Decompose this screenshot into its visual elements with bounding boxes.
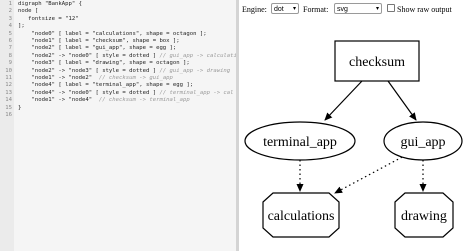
code-editor[interactable]: 1 2 3 4 5 6 7 8 9 10 11 12 13 14 15 16 digraph "BankApp…	[0, 0, 236, 251]
code-line: "node2" -> "node0" [ style = dotted ] //…	[18, 53, 236, 60]
node-checksum-label: checksum	[349, 55, 405, 70]
code-line: "node2" -> "node3" [ style = dotted ] //…	[18, 68, 230, 75]
code-text: }	[18, 104, 22, 111]
code-comment: // gui_app -> drawing	[156, 67, 231, 74]
line-number: 7	[8, 45, 12, 52]
edge-gui-app-calculations	[334, 154, 407, 194]
line-number: 10	[5, 67, 12, 74]
code-text: "node1" [ label = "checksum", shape = bo…	[18, 38, 180, 44]
node-terminal-app-label: terminal_app	[263, 135, 337, 150]
code-comment: // gui_app -> calculations	[159, 52, 236, 59]
line-number: 2	[8, 8, 12, 15]
node-calculations: calculations	[262, 192, 340, 238]
code-text: "node1" -> "node4"	[18, 97, 93, 104]
code-line: "node4" [ label = "terminal_app", shape …	[18, 82, 193, 89]
node-gui-app-label: gui_app	[400, 135, 445, 150]
line-number: 16	[5, 112, 12, 118]
line-number: 13	[5, 89, 12, 96]
node-calculations-label: calculations	[268, 209, 335, 224]
line-number: 11	[5, 75, 12, 81]
line-number: 12	[5, 82, 12, 89]
code-text: "node0" [ label = "calculations", shape …	[18, 30, 207, 37]
line-number: 9	[8, 60, 12, 67]
code-comment: // checksum -> gui_app	[92, 75, 173, 81]
code-line: ];	[18, 23, 25, 30]
code-line: "node3" [ label = "drawing", shape = oct…	[18, 60, 190, 67]
code-text: "node4" [ label = "terminal_app", shape …	[18, 82, 194, 89]
line-number: 14	[5, 97, 12, 104]
code-line: "node4" -> "node0" [ style = dotted ] //…	[18, 89, 234, 97]
code-text: "node2" -> "node0" [ style = dotted ]	[18, 52, 157, 59]
line-number: 6	[8, 38, 12, 44]
node-drawing-label: drawing	[401, 209, 447, 224]
code-line: "node1" -> "node4" // checksum -> termin…	[18, 97, 190, 104]
code-text: "node4" -> "node0" [ style = dotted ]	[18, 89, 157, 96]
node-drawing: drawing	[394, 192, 454, 238]
line-number: 15	[5, 104, 12, 111]
code-text: "node2" -> "node3" [ style = dotted ]	[18, 67, 157, 74]
code-line: "node1" [ label = "checksum", shape = bo…	[18, 38, 180, 45]
code-text: fontsize = "12"	[18, 15, 79, 22]
edge-checksum-gui-app	[387, 80, 417, 121]
line-number: 8	[8, 52, 12, 59]
code-line: fontsize = "12"	[18, 16, 79, 23]
node-gui-app: gui_app	[383, 121, 463, 161]
code-line: "node0" [ label = "calculations", shape …	[18, 30, 207, 38]
code-text: "node2" [ label = "gui_app", shape = egg…	[18, 45, 177, 52]
code-comment: // terminal_app -> cal	[156, 89, 234, 96]
code-line: node [	[18, 8, 38, 15]
node-terminal-app: terminal_app	[244, 121, 356, 161]
code-line: "node1" -> "node2" // checksum -> gui_ap…	[18, 75, 173, 82]
graph-viewer: Engine: dot ▾ Format: svg ▾ Show raw out…	[239, 0, 474, 251]
code-text: "node1" -> "node2"	[18, 75, 93, 81]
graph-canvas: checksum terminal_app gui_app calculatio…	[244, 40, 463, 238]
code-comment: // checksum -> terminal_app	[92, 97, 190, 104]
line-number-gutter: 1 2 3 4 5 6 7 8 9 10 11 12 13 14 15 16	[0, 0, 14, 251]
code-line: digraph "BankApp" {	[18, 1, 82, 8]
line-number: 1	[8, 1, 12, 7]
code-text: node [	[18, 8, 39, 15]
code-line: "node2" [ label = "gui_app", shape = egg…	[18, 45, 176, 52]
line-number: 4	[8, 23, 12, 30]
line-number: 3	[8, 15, 12, 22]
code-text: digraph "BankApp" {	[18, 1, 82, 7]
edge-checksum-terminal-app	[324, 80, 363, 121]
line-number: 5	[8, 30, 12, 37]
code-line: }	[18, 105, 21, 112]
node-checksum: checksum	[334, 40, 420, 82]
code-text: "node3" [ label = "drawing", shape = oct…	[18, 60, 190, 67]
code-text: ];	[18, 23, 25, 30]
